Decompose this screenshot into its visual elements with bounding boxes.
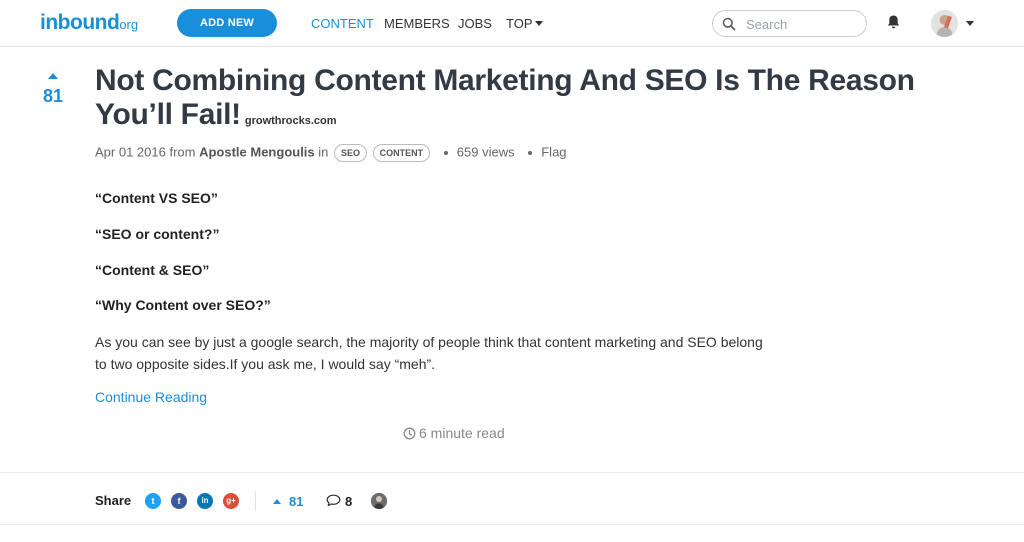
read-time: 6 minute read (403, 425, 505, 441)
nav-top-label: TOP (506, 16, 533, 31)
nav-jobs[interactable]: JOBS (458, 16, 492, 31)
continue-reading-link[interactable]: Continue Reading (95, 389, 207, 405)
upvote-arrow-icon[interactable] (48, 73, 58, 79)
caret-down-icon[interactable] (966, 21, 974, 26)
tag-seo[interactable]: SEO (334, 144, 368, 162)
search-input[interactable] (746, 15, 858, 33)
search-icon (722, 17, 736, 31)
post-author[interactable]: Apostle Mengoulis (199, 144, 315, 159)
vote-count: 81 (42, 86, 64, 106)
divider (0, 472, 1024, 473)
post-title-text[interactable]: Not Combining Content Marketing And SEO … (95, 64, 915, 131)
comment-count[interactable]: 8 (345, 494, 352, 509)
excerpt-line: As you can see by just a google search, … (95, 334, 763, 350)
facebook-share-icon[interactable]: f (171, 493, 187, 509)
top-nav-bar: inboundorg ADD NEW CONTENT MEMBERS JOBS … (0, 0, 1024, 47)
post-domain[interactable]: growthrocks.com (245, 115, 337, 127)
quote-line: “Why Content over SEO?” (95, 297, 271, 313)
separator-dot (443, 151, 448, 155)
post-meta: Apr 01 2016 from Apostle Mengoulis in SE… (95, 144, 567, 162)
inbound-logo[interactable]: inboundorg (40, 11, 138, 35)
post-title[interactable]: Not Combining Content Marketing And SEO … (95, 64, 995, 138)
logo-suffix: org (119, 17, 139, 32)
tag-content[interactable]: CONTENT (372, 144, 431, 162)
excerpt-line: to two opposite sides.If you ask me, I w… (95, 356, 436, 372)
linkedin-share-icon[interactable]: in (197, 493, 213, 509)
quote-line: “Content VS SEO” (95, 190, 218, 206)
comment-icon[interactable] (326, 494, 341, 507)
add-new-button[interactable]: ADD NEW (177, 9, 277, 37)
view-count: 659 views (456, 144, 515, 160)
read-time-label: 6 minute read (419, 425, 505, 441)
divider (255, 491, 256, 511)
separator-dot (528, 151, 533, 155)
logo-main: inbound (40, 11, 120, 34)
caret-down-icon (534, 21, 543, 27)
bell-icon[interactable] (886, 14, 901, 30)
google-plus-share-icon[interactable]: g+ (223, 493, 239, 509)
share-vote-count: 81 (289, 494, 304, 509)
nav-content[interactable]: CONTENT (311, 16, 374, 31)
upvote-arrow-icon[interactable] (273, 499, 281, 504)
user-avatar[interactable] (931, 10, 958, 37)
share-label: Share (95, 493, 132, 508)
from-label: from (169, 144, 196, 160)
divider (0, 524, 1024, 525)
commenter-avatar[interactable] (371, 493, 387, 509)
nav-members[interactable]: MEMBERS (384, 16, 450, 31)
quote-line: “Content & SEO” (95, 262, 210, 278)
quote-line: “SEO or content?” (95, 226, 220, 242)
nav-top-dropdown[interactable]: TOP (506, 16, 543, 31)
post-excerpt: As you can see by just a google search, … (95, 331, 835, 375)
in-label: in (318, 144, 329, 160)
search-box[interactable] (712, 10, 867, 37)
twitter-share-icon[interactable]: t (145, 493, 161, 509)
clock-icon (403, 427, 416, 440)
post-date: Apr 01 2016 (95, 144, 166, 160)
flag-link[interactable]: Flag (541, 144, 566, 159)
